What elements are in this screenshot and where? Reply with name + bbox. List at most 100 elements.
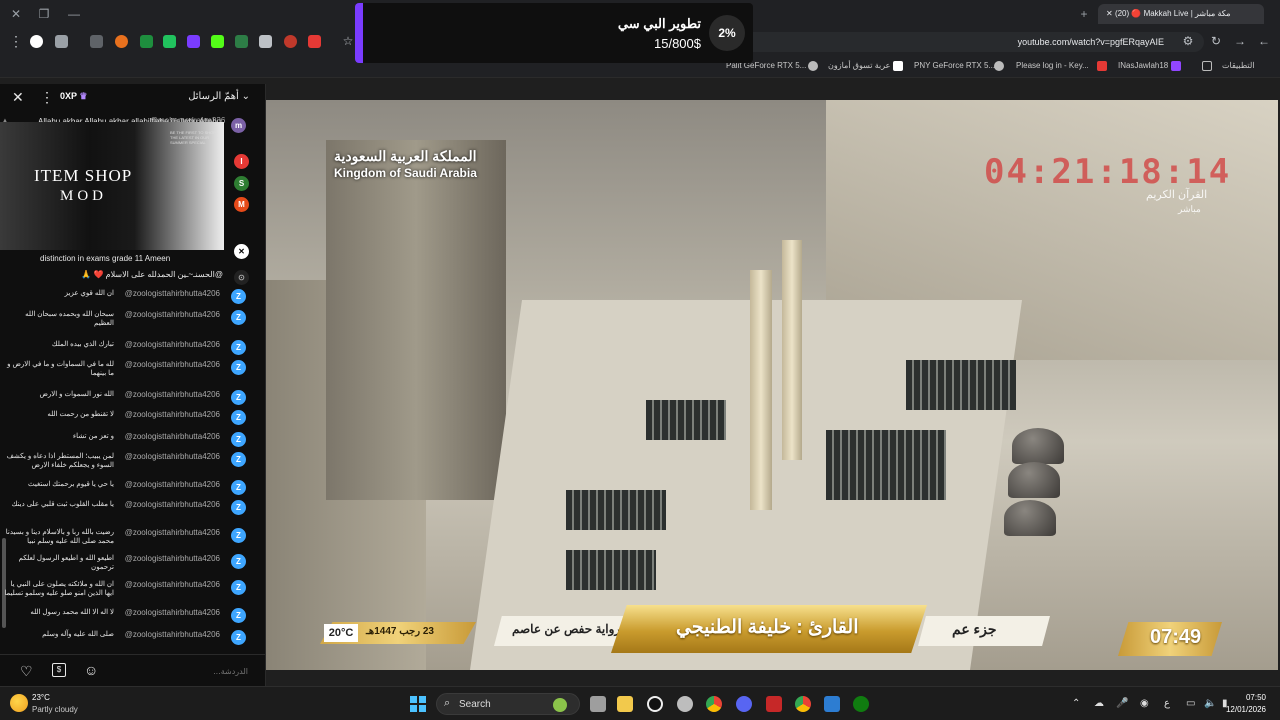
avatar[interactable]: I bbox=[234, 154, 249, 169]
chat-message-author[interactable]: @zoologisttahirbhutta4206 bbox=[125, 554, 220, 563]
chat-message-author[interactable]: @zoologisttahirbhutta4206 bbox=[125, 500, 220, 509]
avatar[interactable]: Z bbox=[231, 390, 246, 405]
extension-orange-icon[interactable] bbox=[115, 35, 128, 48]
avatar[interactable]: Z bbox=[231, 500, 246, 515]
chat-message-author[interactable]: @zoologisttahirbhutta4206 bbox=[125, 452, 220, 461]
extension-green-icon[interactable] bbox=[140, 35, 153, 48]
chat-message-author[interactable]: @zoologisttahirbhutta4206 bbox=[125, 608, 220, 617]
minimize-window-icon[interactable]: — bbox=[66, 6, 82, 22]
chat-message-author[interactable]: @zoologisttahirbhutta4206 bbox=[125, 360, 220, 369]
avatar[interactable]: Z bbox=[231, 608, 246, 623]
extension-icon[interactable] bbox=[55, 35, 68, 48]
extension-kick-icon[interactable] bbox=[211, 35, 224, 48]
extensions-puzzle-icon[interactable] bbox=[90, 35, 103, 48]
network-icon[interactable]: ▭ bbox=[1186, 698, 1195, 710]
language-indicator[interactable]: ع bbox=[1164, 698, 1170, 710]
avatar[interactable]: ⊙ bbox=[234, 270, 249, 285]
avatar[interactable]: Z bbox=[231, 554, 246, 569]
start-windows-icon[interactable] bbox=[410, 696, 426, 712]
super-chat-icon[interactable]: $ bbox=[52, 663, 66, 677]
avatar[interactable]: m bbox=[231, 118, 246, 133]
avatar[interactable]: Z bbox=[231, 480, 246, 495]
chat-message-author[interactable]: @zoologisttahirbhutta4206 bbox=[125, 390, 220, 399]
bookmark-pny[interactable]: PNY GeForce RTX 5... bbox=[914, 61, 995, 70]
avatar[interactable]: Z bbox=[231, 432, 246, 447]
extension-red-icon[interactable] bbox=[284, 35, 297, 48]
avatar[interactable]: Z bbox=[231, 310, 246, 325]
app-c-icon[interactable] bbox=[824, 696, 840, 712]
weather-temperature[interactable]: 23°C bbox=[32, 693, 50, 702]
close-chat-icon[interactable]: ✕ bbox=[12, 90, 24, 104]
chat-message-author[interactable]: @zoologisttahirbhutta4206 bbox=[125, 432, 220, 441]
chat-message-author[interactable]: @zoologisttahirbhutta4206 bbox=[125, 310, 220, 319]
discord-icon[interactable] bbox=[736, 696, 752, 712]
taskbar-date[interactable]: 12/01/2026 bbox=[1226, 705, 1266, 714]
extension-twitch-icon[interactable] bbox=[187, 35, 200, 48]
taskbar-search[interactable]: ⌕ Search bbox=[436, 693, 580, 715]
extension-400-icon[interactable] bbox=[235, 35, 248, 48]
reload-icon[interactable]: ↻ bbox=[1208, 33, 1224, 49]
back-icon[interactable]: ← bbox=[1256, 33, 1272, 49]
tray-app-icon[interactable]: ◉ bbox=[1140, 698, 1149, 710]
chrome-icon[interactable] bbox=[795, 696, 811, 712]
bookmark-apps[interactable]: التطبيقات bbox=[1222, 61, 1254, 70]
weather-description[interactable]: Partly cloudy bbox=[32, 705, 78, 714]
bookmark-star-icon[interactable]: ☆ bbox=[340, 33, 356, 49]
chat-message-author[interactable]: @zoologisttahirbhutta4206 bbox=[125, 410, 220, 419]
avatar[interactable]: M bbox=[234, 197, 249, 212]
xbox-icon[interactable] bbox=[853, 696, 869, 712]
volume-icon[interactable] bbox=[259, 35, 272, 48]
speaker-icon[interactable]: 🔈 bbox=[1204, 698, 1216, 710]
avatar[interactable]: Z bbox=[231, 410, 246, 425]
chat-mode-dropdown[interactable]: ⌄ أهمّ الرسائل bbox=[188, 91, 250, 102]
extension-k-icon[interactable] bbox=[163, 35, 176, 48]
heart-icon[interactable]: ♡ bbox=[20, 663, 33, 680]
chat-message-author[interactable]: @zoologisttahirbhutta4206 bbox=[125, 580, 220, 589]
red-app-icon[interactable] bbox=[766, 696, 782, 712]
weather-icon[interactable] bbox=[10, 694, 28, 712]
task-view-icon[interactable] bbox=[590, 696, 606, 712]
close-window-icon[interactable]: ✕ bbox=[8, 6, 24, 22]
settings-gear-icon[interactable] bbox=[677, 696, 693, 712]
chat-message-author[interactable]: @zoologisttahirbhutta4206 bbox=[125, 480, 220, 489]
bookmark-inasjawlah[interactable]: INasJawlah18 bbox=[1118, 61, 1168, 70]
chat-message-author[interactable]: @zoologisttahirbhutta4206 bbox=[125, 528, 220, 537]
forward-icon[interactable]: → bbox=[1232, 33, 1248, 49]
xp-badge[interactable]: 0XP ♛ bbox=[60, 91, 87, 102]
avatar[interactable]: Z bbox=[231, 452, 246, 467]
chat-menu-icon[interactable]: ⋮ bbox=[40, 90, 54, 104]
avatar[interactable]: Z bbox=[231, 340, 246, 355]
avatar[interactable]: Z bbox=[231, 528, 246, 543]
chat-message-author[interactable]: @zoologisttahirbhutta4206 bbox=[125, 340, 220, 349]
microphone-icon[interactable]: 🎤 bbox=[1116, 698, 1128, 710]
avatar[interactable]: Z bbox=[231, 580, 246, 595]
close-tab-icon[interactable]: ✕ bbox=[1106, 9, 1113, 18]
avatar[interactable]: Z bbox=[231, 289, 246, 304]
file-explorer-icon[interactable] bbox=[617, 696, 633, 712]
chat-message-author[interactable]: @zoologisttahirbhutta4206 bbox=[125, 630, 220, 639]
menu-dots-icon[interactable]: ⋮ bbox=[8, 33, 24, 49]
bookmark-amazon-cart[interactable]: عربة تسوق أمازون bbox=[828, 61, 890, 70]
obs-icon[interactable] bbox=[647, 696, 663, 712]
avatar[interactable]: Z bbox=[231, 630, 246, 645]
new-tab-icon[interactable]: + bbox=[1076, 6, 1092, 22]
avatar[interactable]: S bbox=[234, 176, 249, 191]
profile-icon[interactable] bbox=[30, 35, 43, 48]
emoji-icon[interactable]: ☺ bbox=[84, 662, 98, 678]
chat-message-text: الله نور السموات و الارض bbox=[39, 391, 114, 398]
avatar[interactable]: ✕ bbox=[234, 244, 249, 259]
tab-makkah-live[interactable]: ✕ (20) 🔴 Makkah Live | مكة مباشر bbox=[1098, 4, 1264, 24]
extension-record-icon[interactable] bbox=[308, 35, 321, 48]
maximize-window-icon[interactable]: ❐ bbox=[36, 6, 52, 22]
onedrive-icon[interactable]: ☁ bbox=[1094, 698, 1104, 710]
avatar[interactable]: Z bbox=[231, 360, 246, 375]
chat-message-text: اطيعو الله و اطيعو الرسول لعلكم ترحمون bbox=[18, 555, 114, 571]
chrome-icon[interactable] bbox=[706, 696, 722, 712]
show-hidden-icons[interactable]: ⌃ bbox=[1072, 698, 1080, 710]
chat-input[interactable] bbox=[112, 663, 248, 679]
video-player[interactable]: المملكة العربية السعودية Kingdom of Saud… bbox=[266, 100, 1278, 670]
bookmark-keydrop[interactable]: Please log in - Key... bbox=[1016, 61, 1089, 70]
site-settings-icon[interactable]: ⚙ bbox=[1180, 33, 1196, 49]
taskbar-time[interactable]: 07:50 bbox=[1246, 693, 1266, 702]
chat-message-author[interactable]: @zoologisttahirbhutta4206 bbox=[125, 289, 220, 298]
